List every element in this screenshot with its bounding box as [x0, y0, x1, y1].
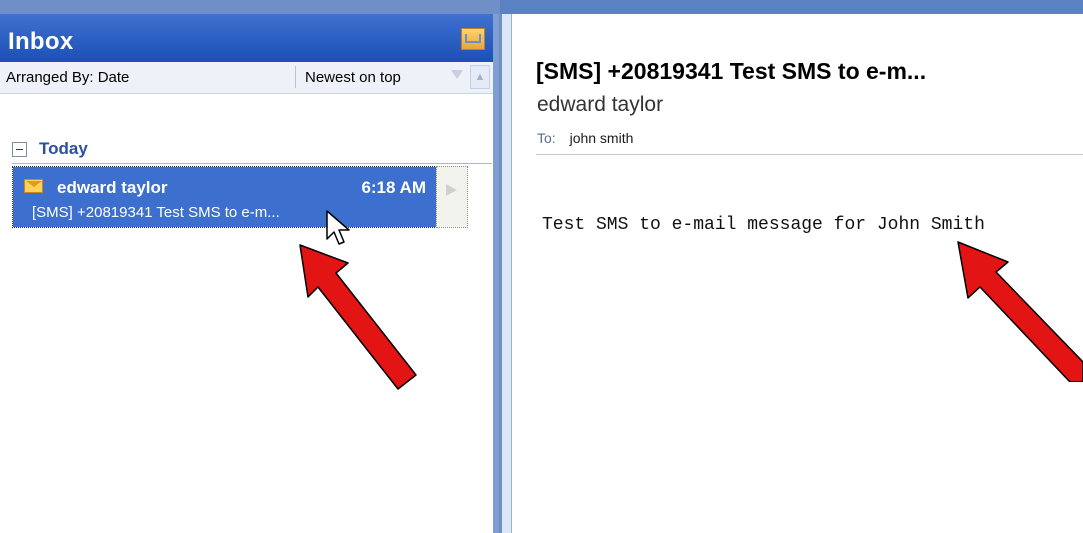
sort-triangle-icon	[451, 70, 463, 79]
message-sender: edward taylor	[57, 178, 168, 197]
red-arrow-icon	[299, 244, 417, 390]
arranged-by-button[interactable]: Arranged By: Date	[6, 69, 129, 86]
header-divider	[536, 154, 1083, 155]
message-preview: [SMS] +20819341 Test SMS to e-m...	[32, 204, 280, 221]
flag-icon	[446, 184, 457, 196]
reading-subject: [SMS] +20819341 Test SMS to e-m...	[536, 58, 927, 84]
sort-order-button[interactable]: Newest on top	[305, 69, 401, 86]
red-arrow-icon	[957, 241, 1083, 382]
arrange-bar: Arranged By: Date Newest on top ▲	[0, 62, 493, 94]
to-label: To:	[537, 130, 556, 146]
inbox-header: Inbox	[0, 14, 493, 62]
reading-to-row: To: john smith	[537, 130, 633, 146]
message-list-item[interactable]: edward taylor 6:18 AM [SMS] +20819341 Te…	[12, 166, 437, 228]
pane-splitter[interactable]	[493, 14, 498, 533]
folder-mail-icon[interactable]	[461, 28, 485, 50]
group-divider	[12, 163, 492, 164]
message-body: Test SMS to e-mail message for John Smit…	[542, 215, 985, 235]
inbox-title: Inbox	[8, 28, 74, 55]
envelope-icon	[24, 179, 43, 193]
scroll-up-button[interactable]: ▲	[470, 65, 490, 89]
to-value[interactable]: john smith	[570, 130, 634, 146]
collapse-icon[interactable]	[12, 141, 27, 157]
group-label: Today	[39, 139, 88, 158]
inbox-pane: Inbox Arranged By: Date Newest on top ▲ …	[0, 14, 499, 533]
window-top-strip	[500, 0, 1083, 14]
reading-from[interactable]: edward taylor	[537, 93, 663, 117]
flag-cell[interactable]	[436, 166, 468, 228]
group-header-today[interactable]: Today	[12, 137, 88, 161]
arrange-divider	[295, 66, 296, 88]
message-time: 6:18 AM	[361, 178, 426, 197]
